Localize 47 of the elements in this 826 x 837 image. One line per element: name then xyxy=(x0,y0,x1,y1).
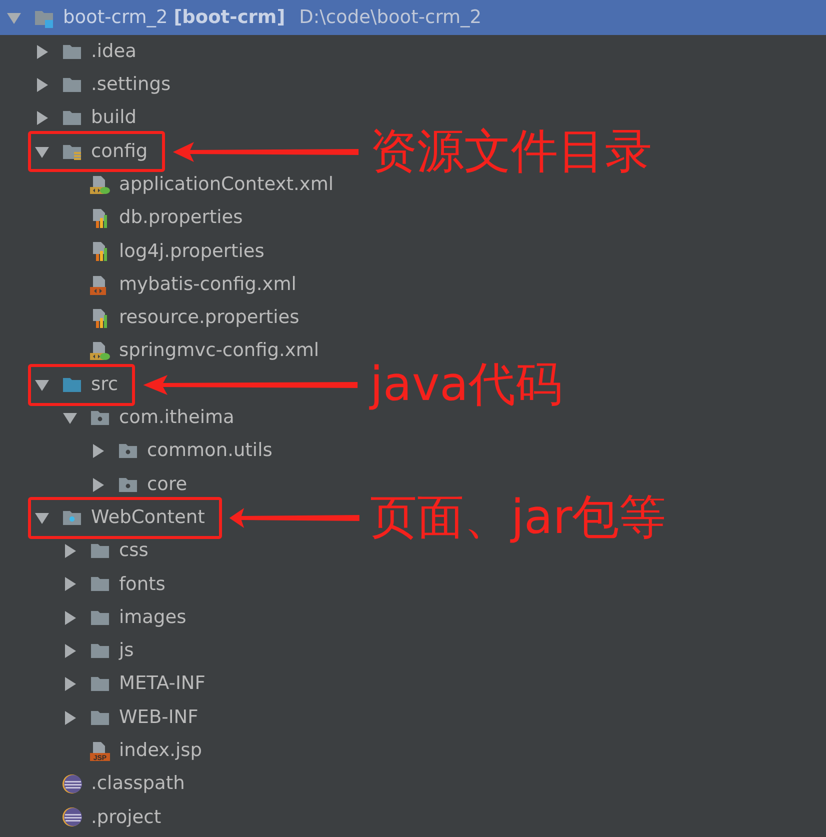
tree-item-label[interactable]: resource.properties xyxy=(119,304,300,332)
expand-arrow-icon[interactable] xyxy=(90,443,106,460)
tree-item-label[interactable]: config xyxy=(91,138,148,166)
expand-arrow-icon[interactable] xyxy=(34,76,50,93)
expand-arrow-icon[interactable] xyxy=(90,476,106,492)
tree-item-label[interactable]: common.utils xyxy=(147,437,272,466)
module-path: D:\code\boot-crm_2 xyxy=(299,6,482,30)
xml-file-icon xyxy=(90,174,110,195)
tree-item-label[interactable]: WebContent xyxy=(91,504,205,532)
tree-item-label[interactable]: META-INF xyxy=(119,670,206,698)
tree-item-label[interactable]: applicationContext.xml xyxy=(119,170,334,199)
expand-arrow-icon[interactable] xyxy=(34,110,50,126)
tree-item-label[interactable]: db.properties xyxy=(119,204,243,232)
callout-text: 页面、jar包等 xyxy=(370,494,666,542)
tree-item-label[interactable]: index.jsp xyxy=(119,737,202,765)
properties-file-icon xyxy=(90,308,110,328)
tree-item-label[interactable]: .settings xyxy=(91,71,171,99)
callout-text: java代码 xyxy=(370,361,562,408)
properties-file-icon xyxy=(90,241,110,262)
expand-arrow-icon[interactable] xyxy=(34,44,50,60)
eclipse-file-icon xyxy=(62,807,82,828)
tree-item-label[interactable]: core xyxy=(147,470,188,498)
expand-arrow-icon[interactable] xyxy=(62,710,78,726)
expand-arrow-icon[interactable] xyxy=(62,576,78,592)
xml-file-icon xyxy=(90,341,110,362)
tree-item-label[interactable]: springmvc-config.xml xyxy=(119,337,320,366)
tree-item-label[interactable]: images xyxy=(119,604,186,632)
tree-item-label[interactable]: .project xyxy=(91,804,162,832)
tree-item-label[interactable]: fonts xyxy=(119,570,166,598)
tree-item-label[interactable]: WEB-INF xyxy=(119,704,198,732)
tree-item-label[interactable]: js xyxy=(119,637,134,665)
expand-arrow-icon[interactable] xyxy=(62,543,78,560)
tree-item-label[interactable]: .classpath xyxy=(91,770,185,798)
tree-item-label[interactable]: src xyxy=(91,370,118,398)
expand-arrow-icon[interactable] xyxy=(62,676,78,692)
tree-item-label[interactable]: .idea xyxy=(91,38,136,66)
tree-item-label[interactable]: mybatis-config.xml xyxy=(119,270,296,299)
tree-item-label[interactable]: css xyxy=(119,537,148,565)
tree-item-label[interactable]: log4j.properties xyxy=(119,238,264,266)
properties-file-icon xyxy=(90,208,110,228)
tree-item-label[interactable]: build xyxy=(91,104,136,132)
eclipse-file-icon xyxy=(62,774,82,794)
tree-item-label[interactable]: com.itheima xyxy=(119,404,234,432)
tree-item-label[interactable]: boot-crm_2 [boot-crm] xyxy=(63,4,286,32)
expand-arrow-icon[interactable] xyxy=(62,610,78,626)
callout-text: 资源文件目录 xyxy=(370,128,652,176)
expand-arrow-icon[interactable] xyxy=(62,642,78,659)
